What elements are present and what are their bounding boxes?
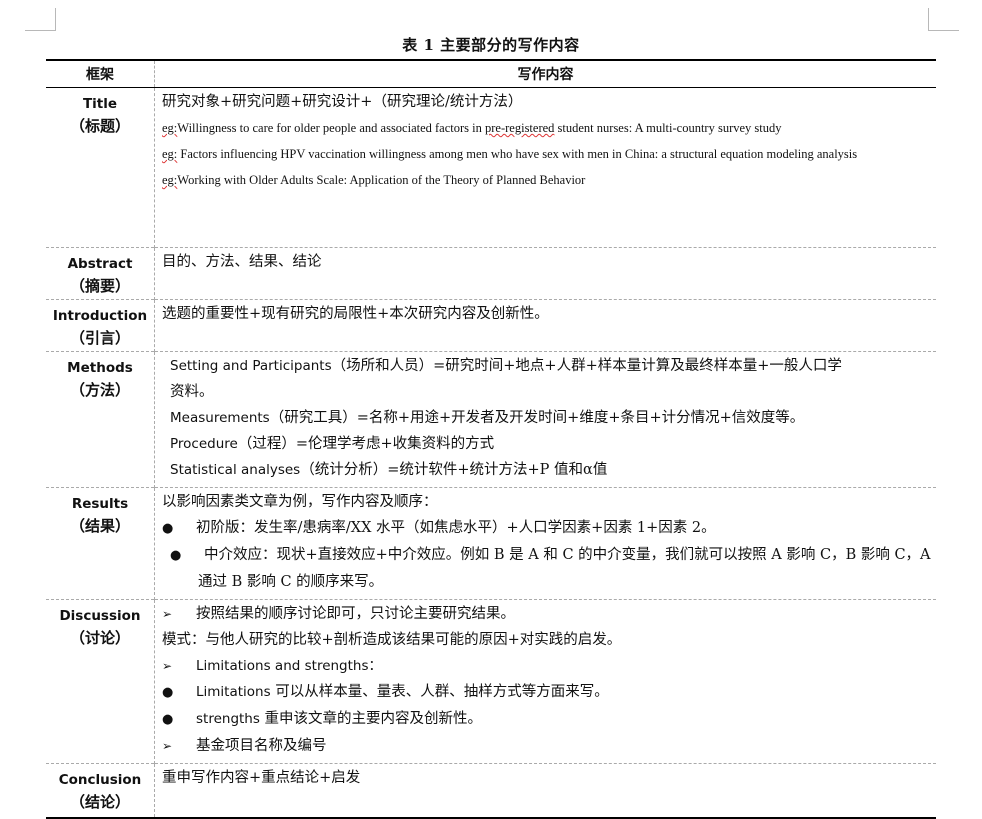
discussion-arrow-2-text: Limitations and strengths： (196, 658, 383, 674)
arrow-bullet-icon: ➢ (162, 607, 173, 621)
methods-statistics-zh: （统计分析）=统计软件+统计方法+P 值和α值 (300, 462, 608, 478)
eg1-b: pre-registered (485, 121, 555, 135)
methods-setting: Setting and Participants（场所和人员）=研究时间+地点+… (162, 353, 932, 379)
eg-label: eg: (162, 121, 178, 135)
bullet-icon: ● (170, 548, 182, 563)
title-example-3: eg:Working with Older Adults Scale: Appl… (162, 167, 932, 193)
discussion-zh: （讨论） (69, 629, 130, 647)
discussion-en: Discussion (59, 608, 141, 624)
results-en: Results (71, 496, 129, 512)
row-title-content: 研究对象+研究问题+研究设计+（研究理论/统计方法） eg:Willingnes… (154, 87, 936, 248)
eg2-text: Factors influencing HPV vaccination will… (177, 147, 858, 161)
row-discussion-content: ➢ 按照结果的顺序讨论即可，只讨论主要研究结果。 模式：与他人研究的比较+剖析造成… (154, 599, 936, 764)
table-caption: 表 1 主要部分的写作内容 (402, 36, 580, 54)
row-introduction-content: 选题的重要性+现有研究的局限性+本次研究内容及创新性。 (154, 299, 936, 352)
introduction-zh: （引言） (69, 329, 130, 347)
methods-en: Methods (67, 360, 133, 376)
results-bullet-1: ● 初阶版：发生率/患病率/XX 水平（如焦虑水平）+人口学因素+因素 1+因素 … (162, 515, 932, 542)
bullet-icon: ● (162, 685, 174, 700)
methods-zh: （方法） (69, 381, 130, 399)
results-bullet-1-text: 初阶版：发生率/患病率/XX 水平（如焦虑水平）+人口学因素+因素 1+因素 2… (196, 520, 716, 536)
row-abstract-content: 目的、方法、结果、结论 (154, 247, 936, 300)
methods-measurements: Measurements（研究工具）=名称+用途+开发者及开发时间+维度+条目+… (162, 405, 932, 431)
methods-statistics-en: Statistical analyses (170, 462, 301, 478)
eg2-label: eg: (162, 147, 178, 161)
methods-setting-zh: （场所和人员）=研究时间+地点+人群+样本量计算及最终样本量+一般人口学 (331, 358, 842, 374)
eg3-label: eg: (162, 173, 178, 187)
introduction-text: 选题的重要性+现有研究的局限性+本次研究内容及创新性。 (162, 306, 549, 322)
row-results: Results （结果） 以影响因素类文章为例，写作内容及顺序： ● 初阶版：发生… (46, 487, 936, 600)
eg1-c: student nurses: A multi-country survey s… (554, 121, 782, 135)
conclusion-zh: （结论） (69, 793, 130, 811)
row-methods-label: Methods （方法） (46, 351, 155, 488)
row-title: Title （标题） 研究对象+研究问题+研究设计+（研究理论/统计方法） eg… (46, 87, 936, 248)
row-discussion: Discussion （讨论） ➢ 按照结果的顺序讨论即可，只讨论主要研究结果。 … (46, 599, 936, 764)
title-example-1: eg:Willingness to care for older people … (162, 115, 932, 141)
methods-statistics: Statistical analyses（统计分析）=统计软件+统计方法+P 值… (162, 457, 932, 483)
row-conclusion: Conclusion （结论） 重申写作内容+重点结论+启发 (46, 763, 936, 818)
conclusion-en: Conclusion (58, 772, 142, 788)
results-bullet-2: ● 中介效应：现状+直接效应+中介效应。例如 B 是 A 和 C 的中介变量，我们… (162, 542, 932, 595)
methods-measurements-en: Measurements (170, 410, 270, 426)
header-framework: 框架 (46, 60, 155, 88)
crop-mark-top-left (25, 8, 56, 31)
row-introduction: Introduction （引言） 选题的重要性+现有研究的局限性+本次研究内容… (46, 299, 936, 352)
discussion-bullet-1: ● Limitations 可以从样本量、量表、人群、抽样方式等方面来写。 (162, 679, 932, 706)
results-intro: 以影响因素类文章为例，写作内容及顺序： (162, 494, 438, 510)
row-conclusion-content: 重申写作内容+重点结论+启发 (154, 763, 936, 818)
row-results-content: 以影响因素类文章为例，写作内容及顺序： ● 初阶版：发生率/患病率/XX 水平（如… (154, 487, 936, 600)
discussion-bullet-2-en: strengths (196, 711, 260, 727)
abstract-text: 目的、方法、结果、结论 (162, 254, 322, 270)
discussion-arrow-3-text: 基金项目名称及编号 (196, 738, 327, 754)
discussion-bullet-1-zh: 可以从样本量、量表、人群、抽样方式等方面来写。 (270, 684, 609, 700)
discussion-bullet-2: ● strengths 重申该文章的主要内容及创新性。 (162, 706, 932, 733)
row-methods-content: Setting and Participants（场所和人员）=研究时间+地点+… (154, 351, 936, 488)
methods-setting-en: Setting and Participants (170, 358, 332, 374)
row-abstract: Abstract （摘要） 目的、方法、结果、结论 (46, 247, 936, 300)
conclusion-text: 重申写作内容+重点结论+启发 (162, 770, 361, 786)
abstract-zh: （摘要） (69, 277, 130, 295)
bullet-icon: ● (162, 521, 174, 536)
abstract-en: Abstract (67, 256, 133, 272)
header-row: 框架 写作内容 (46, 60, 936, 88)
eg1-a: Willingness to care for older people and… (177, 121, 486, 135)
discussion-pattern: 模式：与他人研究的比较+剖析造成该结果可能的原因+对实践的启发。 (162, 632, 622, 648)
methods-measurements-zh: （研究工具）=名称+用途+开发者及开发时间+维度+条目+计分情况+信效度等。 (269, 410, 805, 426)
discussion-bullet-2-zh: 重申该文章的主要内容及创新性。 (259, 711, 483, 727)
title-zh: （标题） (69, 117, 130, 135)
row-introduction-label: Introduction （引言） (46, 299, 155, 352)
results-zh: （结果） (69, 517, 130, 535)
results-bullet-2-text: 中介效应：现状+直接效应+中介效应。例如 B 是 A 和 C 的中介变量，我们就… (198, 547, 931, 590)
methods-procedure-en: Procedure (170, 436, 238, 452)
writing-content-table: 框架 写作内容 Title （标题） 研究对象+研究问题+研究设计+（研究理论/… (46, 59, 936, 819)
arrow-bullet-icon: ➢ (162, 659, 173, 673)
discussion-arrow-2: ➢ Limitations and strengths： (162, 653, 932, 679)
row-abstract-label: Abstract （摘要） (46, 247, 155, 300)
title-example-2: eg: Factors influencing HPV vaccination … (162, 141, 932, 167)
row-methods: Methods （方法） Setting and Participants（场所… (46, 351, 936, 488)
eg3-text: Working with Older Adults Scale: Applica… (177, 173, 586, 187)
methods-procedure-zh: （过程）=伦理学考虑+收集资料的方式 (237, 436, 495, 452)
header-writing-content: 写作内容 (154, 60, 936, 88)
row-results-label: Results （结果） (46, 487, 155, 600)
discussion-bullet-1-en: Limitations (196, 684, 271, 700)
title-en: Title (82, 96, 118, 112)
row-discussion-label: Discussion （讨论） (46, 599, 155, 764)
methods-procedure: Procedure（过程）=伦理学考虑+收集资料的方式 (162, 431, 932, 457)
introduction-en: Introduction (52, 308, 148, 324)
row-conclusion-label: Conclusion （结论） (46, 763, 155, 818)
arrow-bullet-icon: ➢ (162, 739, 173, 753)
row-title-label: Title （标题） (46, 87, 155, 248)
discussion-arrow-1: ➢ 按照结果的顺序讨论即可，只讨论主要研究结果。 (162, 601, 932, 627)
crop-mark-top-right (928, 8, 959, 31)
discussion-arrow-3: ➢ 基金项目名称及编号 (162, 733, 932, 759)
methods-setting-cont: 资料。 (170, 384, 214, 400)
discussion-arrow-1-text: 按照结果的顺序讨论即可，只讨论主要研究结果。 (196, 606, 515, 622)
bullet-icon: ● (162, 712, 174, 727)
title-formula: 研究对象+研究问题+研究设计+（研究理论/统计方法） (162, 94, 523, 110)
